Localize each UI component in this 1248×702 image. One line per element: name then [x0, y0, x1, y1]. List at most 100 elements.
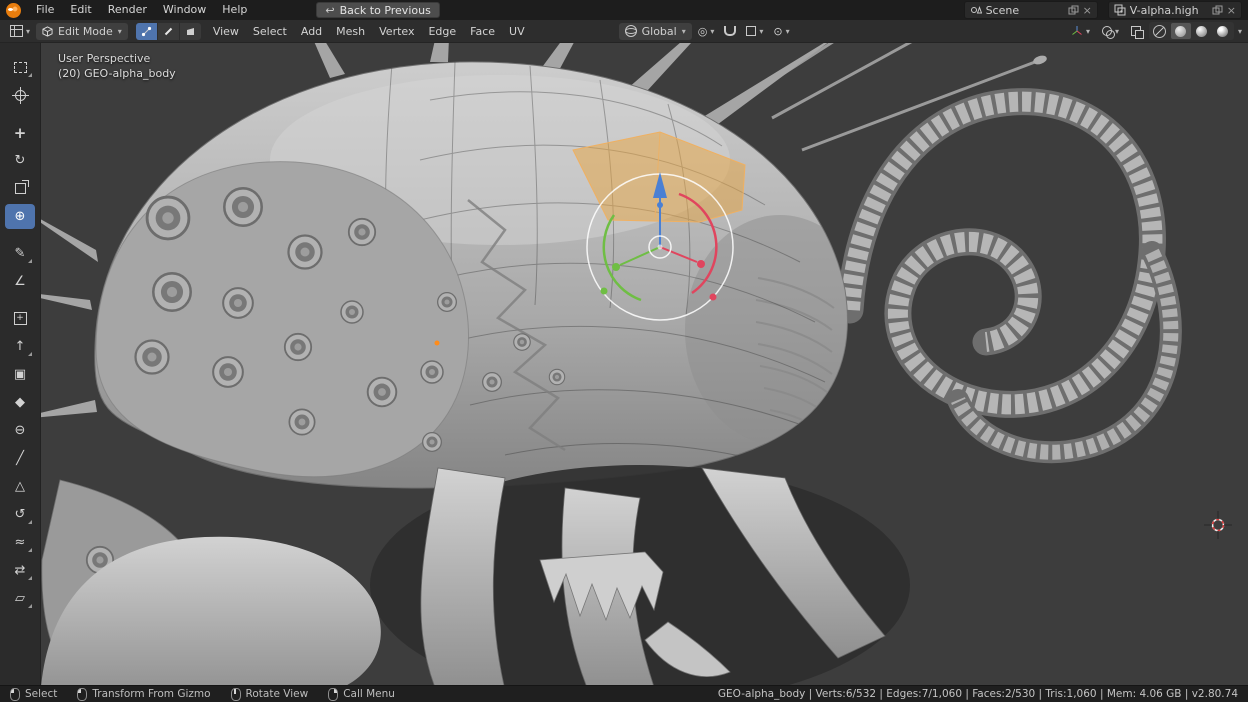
tool-measure[interactable]: ∠	[5, 269, 35, 294]
viewport-overlay-text: User Perspective (20) GEO-alpha_body	[58, 51, 176, 81]
menu-add[interactable]: Add	[295, 25, 328, 38]
shading-rendered-button[interactable]	[1213, 23, 1233, 39]
move-icon: +	[14, 124, 27, 142]
tool-add-cube[interactable]: +	[5, 306, 35, 331]
transform-orientation-dropdown[interactable]: Global ▾	[619, 23, 692, 40]
pivot-point-dropdown[interactable]: ◎ ▾	[694, 23, 719, 40]
snap-settings-dropdown[interactable]: ▾	[742, 23, 767, 40]
view-layer-selector[interactable]: V-alpha.high ×	[1108, 1, 1242, 19]
tool-transform[interactable]: ⊕	[5, 204, 35, 229]
hint-select: Select	[10, 688, 57, 701]
extrude-icon: ↑	[15, 339, 26, 354]
viewport-canvas[interactable]	[40, 43, 1248, 686]
menu-uv[interactable]: UV	[503, 25, 531, 38]
tool-knife[interactable]: ╱	[5, 446, 35, 471]
scene-selector[interactable]: Scene ×	[964, 1, 1098, 19]
chevron-down-icon: ▾	[1086, 27, 1090, 36]
tool-select-box[interactable]	[5, 55, 35, 80]
return-arrow-icon: ↩	[325, 4, 334, 17]
viewport-3d[interactable]: User Perspective (20) GEO-alpha_body	[40, 43, 1248, 686]
rendered-sphere-icon	[1217, 26, 1228, 37]
loop-cut-icon: ⊖	[15, 423, 26, 438]
hint-call-menu: Call Menu	[328, 688, 395, 701]
select-box-icon	[14, 62, 27, 73]
menu-edit[interactable]: Edit	[63, 0, 98, 20]
shear-icon: ▱	[15, 591, 25, 606]
menu-help[interactable]: Help	[215, 0, 254, 20]
show-gizmo-dropdown[interactable]: ▾	[1067, 23, 1094, 40]
hint-label: Transform From Gizmo	[92, 688, 210, 700]
chevron-down-icon: ▾	[26, 27, 30, 36]
scale-icon	[15, 183, 26, 194]
edge-select-icon	[163, 26, 174, 37]
tool-inset-faces[interactable]: ▣	[5, 362, 35, 387]
tool-move[interactable]: +	[5, 120, 35, 145]
left-mouse-drag-icon	[77, 688, 87, 701]
menu-window[interactable]: Window	[156, 0, 213, 20]
hint-label: Rotate View	[246, 688, 309, 700]
overlays-dropdown[interactable]: ▾	[1098, 23, 1123, 40]
tool-bevel[interactable]: ◆	[5, 390, 35, 415]
select-mode-edge-button[interactable]	[158, 23, 179, 40]
tool-spin[interactable]: ↺	[5, 502, 35, 527]
tool-smooth[interactable]: ≈	[5, 530, 35, 555]
proportional-editing-dropdown[interactable]: ⊙ ▾	[769, 23, 793, 40]
snap-toggle[interactable]	[720, 23, 740, 40]
menu-select[interactable]: Select	[247, 25, 293, 38]
editor-type-dropdown[interactable]: ▾	[6, 23, 34, 40]
chevron-down-icon: ▾	[759, 27, 763, 36]
x-ray-icon	[1131, 26, 1141, 36]
shading-wireframe-button[interactable]	[1150, 23, 1170, 39]
globe-icon	[625, 25, 637, 37]
tool-loop-cut[interactable]: ⊖	[5, 418, 35, 443]
shading-solid-button[interactable]	[1171, 23, 1191, 39]
creature-model	[40, 43, 1171, 686]
menu-vertex[interactable]: Vertex	[373, 25, 420, 38]
menu-view[interactable]: View	[207, 25, 245, 38]
select-mode-face-button[interactable]	[180, 23, 201, 40]
tool-poly-build[interactable]: △	[5, 474, 35, 499]
scene-icon	[970, 4, 982, 16]
menu-face[interactable]: Face	[464, 25, 501, 38]
hint-rotate-view: Rotate View	[231, 688, 309, 701]
view-perspective-label: User Perspective	[58, 51, 176, 66]
keymap-hints: Select Transform From Gizmo Rotate View …	[10, 688, 395, 701]
menu-mesh[interactable]: Mesh	[330, 25, 371, 38]
menu-edge[interactable]: Edge	[422, 25, 462, 38]
chevron-down-icon: ▾	[710, 27, 714, 36]
new-view-layer-icon[interactable]	[1212, 5, 1223, 16]
gizmo-axes-icon	[1071, 25, 1083, 37]
tool-cursor[interactable]	[5, 83, 35, 108]
tool-annotate[interactable]: ✎	[5, 241, 35, 266]
new-scene-icon[interactable]	[1068, 5, 1079, 16]
inset-faces-icon: ▣	[14, 367, 26, 382]
bevel-icon: ◆	[15, 395, 25, 410]
solid-sphere-icon	[1175, 26, 1186, 37]
tool-extrude-region[interactable]: ↑	[5, 334, 35, 359]
back-to-previous-button[interactable]: ↩ Back to Previous	[316, 2, 439, 18]
transform-gizmo[interactable]	[587, 172, 733, 320]
mesh-select-mode-group	[136, 23, 201, 40]
statusbar: Select Transform From Gizmo Rotate View …	[0, 685, 1248, 702]
shading-material-button[interactable]	[1192, 23, 1212, 39]
x-ray-toggle[interactable]	[1127, 23, 1145, 40]
topbar: File Edit Render Window Help ↩ Back to P…	[0, 0, 1248, 20]
tool-shear[interactable]: ▱	[5, 586, 35, 611]
menu-file[interactable]: File	[29, 0, 61, 20]
unlink-scene-icon[interactable]: ×	[1083, 5, 1092, 16]
chevron-down-icon: ▾	[1115, 27, 1119, 36]
shading-settings-dropdown[interactable]: ▾	[1238, 27, 1242, 36]
pivot-point-icon: ◎	[698, 25, 708, 38]
remove-view-layer-icon[interactable]: ×	[1227, 5, 1236, 16]
mode-dropdown[interactable]: Edit Mode ▾	[36, 23, 128, 40]
edge-slide-icon: ⇄	[15, 563, 26, 578]
tool-edge-slide[interactable]: ⇄	[5, 558, 35, 583]
tool-rotate[interactable]: ↻	[5, 148, 35, 173]
tool-scale[interactable]	[5, 176, 35, 201]
magnet-icon	[724, 26, 736, 36]
spin-icon: ↺	[15, 507, 26, 522]
blender-logo-icon[interactable]	[6, 3, 21, 18]
menu-render[interactable]: Render	[101, 0, 154, 20]
view-layer-name: V-alpha.high	[1130, 4, 1208, 17]
select-mode-vertex-button[interactable]	[136, 23, 157, 40]
